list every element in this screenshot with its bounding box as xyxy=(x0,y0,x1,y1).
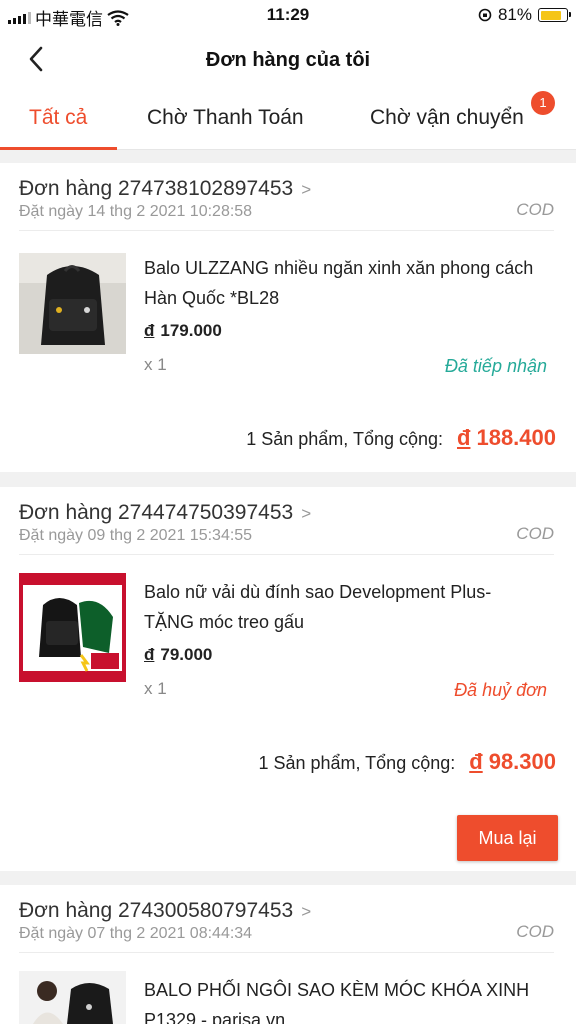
total-value: 188.400 xyxy=(476,425,556,450)
order-tabs: Tất cả Chờ Thanh Toán Chờ vận chuyển xyxy=(0,88,576,150)
page-title: Đơn hàng của tôi xyxy=(205,49,371,71)
payment-method: COD xyxy=(516,524,554,543)
divider xyxy=(19,952,554,953)
total-label: 1 Sản phẩm, Tổng cộng: xyxy=(246,429,444,449)
currency-symbol: đ xyxy=(144,645,155,664)
currency-symbol: đ xyxy=(457,425,471,450)
product-quantity: x 1 xyxy=(144,679,167,698)
payment-method: COD xyxy=(516,200,554,219)
chevron-right-icon: > xyxy=(301,504,312,523)
product-image[interactable] xyxy=(19,253,126,354)
product-name[interactable]: Balo nữ vải dù đính sao Development Plus… xyxy=(144,577,544,637)
order-date: Đặt ngày 09 thg 2 2021 15:34:55 xyxy=(19,527,253,544)
total-amount: đ 188.400 xyxy=(457,425,556,451)
order-id[interactable]: Đơn hàng 274738102897453 > xyxy=(19,177,311,201)
status-bar: 中華電信 11:29 81% xyxy=(0,0,576,30)
battery-icon xyxy=(538,8,571,22)
product-image[interactable] xyxy=(19,971,126,1024)
order-total: 1 Sản phẩm, Tổng cộng: đ 98.300 xyxy=(258,749,556,775)
order-card[interactable]: Đơn hàng 274300580797453 > Đặt ngày 07 th… xyxy=(0,885,576,1024)
nav-bar: Đơn hàng của tôi xyxy=(0,30,576,88)
chevron-right-icon: > xyxy=(301,902,312,921)
price-value: 79.000 xyxy=(160,645,213,664)
order-date: Đặt ngày 14 thg 2 2021 10:28:58 xyxy=(19,203,253,220)
order-id-text: Đơn hàng 274474750397453 xyxy=(19,501,294,524)
tab-awaiting-payment[interactable]: Chờ Thanh Toán xyxy=(147,106,304,130)
order-card[interactable]: Đơn hàng 274738102897453 > Đặt ngày 14 th… xyxy=(0,163,576,472)
tab-all[interactable]: Tất cả xyxy=(29,106,87,130)
rotation-lock-icon xyxy=(478,8,492,22)
tab-awaiting-shipment[interactable]: Chờ vận chuyển xyxy=(370,106,524,130)
order-id[interactable]: Đơn hàng 274474750397453 > xyxy=(19,501,311,525)
total-label: 1 Sản phẩm, Tổng cộng: xyxy=(258,753,456,773)
currency-symbol: đ xyxy=(144,321,155,340)
order-card[interactable]: Đơn hàng 274474750397453 > Đặt ngày 09 th… xyxy=(0,487,576,871)
order-status: Đã huỷ đơn xyxy=(454,680,547,700)
product-price: đ 79.000 xyxy=(144,645,212,665)
buy-again-button[interactable]: Mua lại xyxy=(457,815,558,861)
order-id-text: Đơn hàng 274738102897453 xyxy=(19,177,294,200)
order-status: Đã tiếp nhận xyxy=(444,356,547,376)
battery-level xyxy=(540,10,561,20)
total-amount: đ 98.300 xyxy=(469,749,556,775)
price-value: 179.000 xyxy=(160,321,222,340)
currency-symbol: đ xyxy=(469,749,483,774)
payment-method: COD xyxy=(516,922,554,941)
order-id-text: Đơn hàng 274300580797453 xyxy=(19,899,294,922)
product-name[interactable]: BALO PHỐI NGÔI SAO KÈM MÓC KHÓA XINH P13… xyxy=(144,975,544,1024)
status-right: 81% xyxy=(478,5,571,25)
order-id[interactable]: Đơn hàng 274300580797453 > xyxy=(19,899,311,923)
divider xyxy=(19,230,554,231)
notification-badge: 1 xyxy=(531,91,555,115)
chevron-right-icon: > xyxy=(301,180,312,199)
divider xyxy=(19,554,554,555)
product-quantity: x 1 xyxy=(144,355,167,374)
order-total: 1 Sản phẩm, Tổng cộng: đ 188.400 xyxy=(246,425,556,451)
total-value: 98.300 xyxy=(488,749,556,774)
order-date: Đặt ngày 07 thg 2 2021 08:44:34 xyxy=(19,925,253,942)
product-name[interactable]: Balo ULZZANG nhiều ngăn xinh xăn phong c… xyxy=(144,253,544,313)
battery-percent: 81% xyxy=(497,5,532,24)
product-image[interactable] xyxy=(19,573,126,682)
tab-active-indicator xyxy=(0,147,117,150)
product-price: đ 179.000 xyxy=(144,321,222,341)
